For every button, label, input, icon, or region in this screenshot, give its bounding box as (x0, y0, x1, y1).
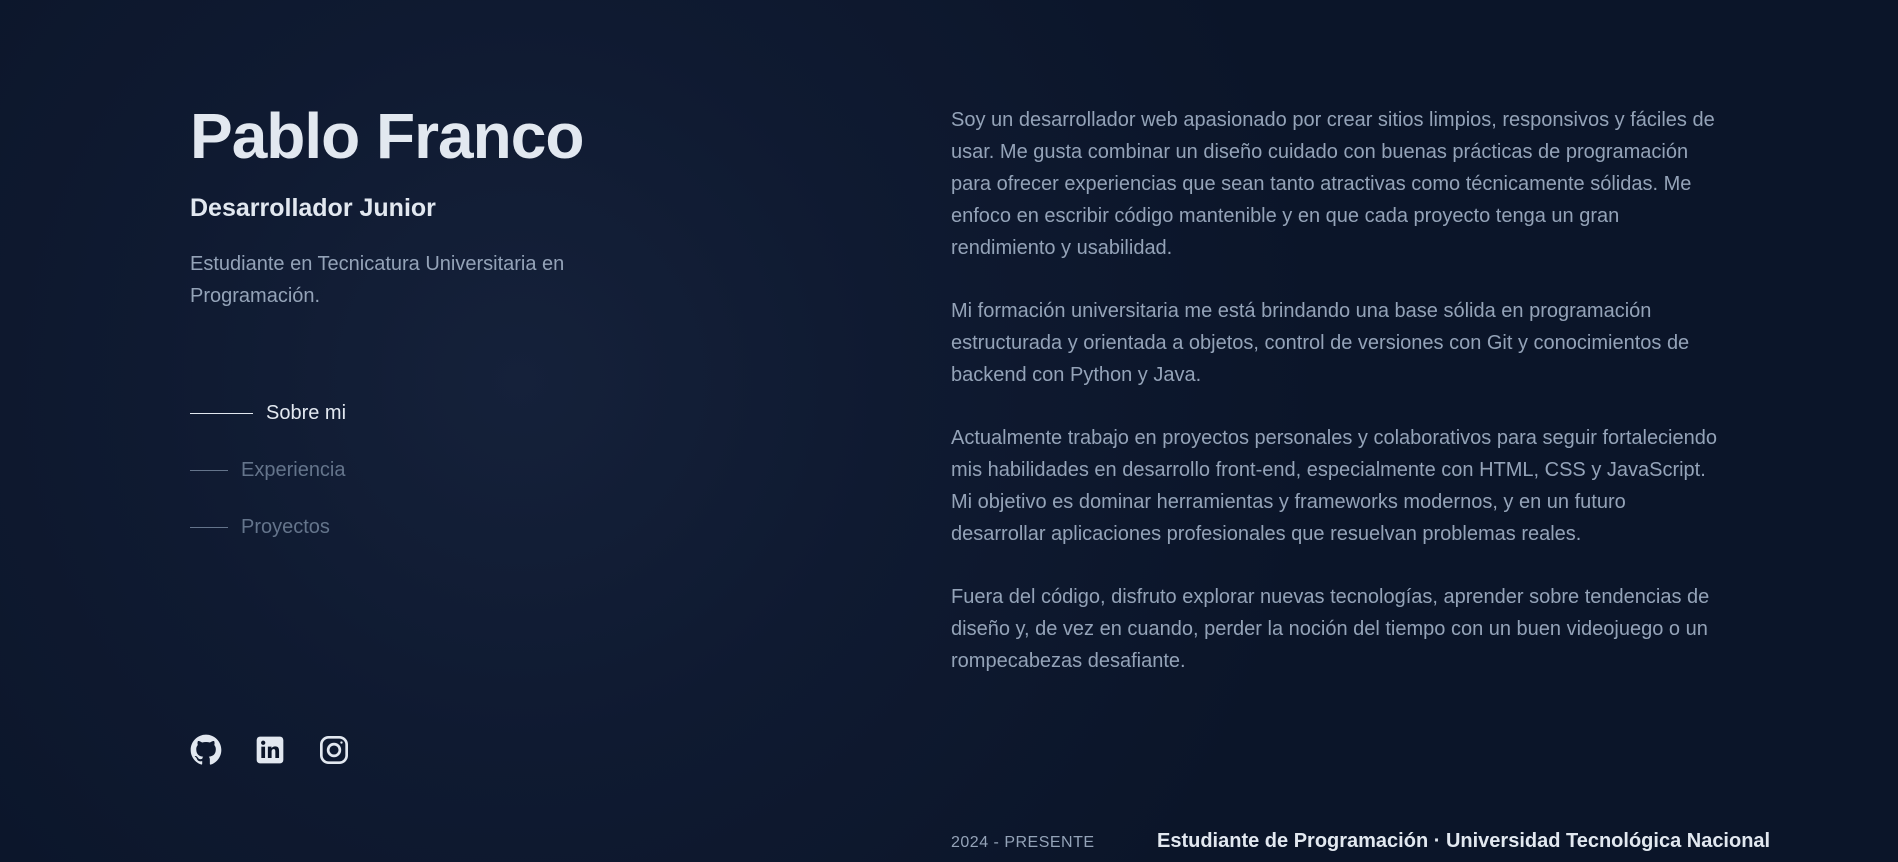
nav-indicator-line (190, 412, 253, 414)
profile-column: Pablo Franco Desarrollador Junior Estudi… (190, 0, 730, 862)
about-paragraph: Mi formación universitaria me está brind… (951, 300, 1690, 386)
nav-item-sobre-mi[interactable]: Sobre mi (190, 394, 346, 432)
nav-item-label: Experiencia (241, 458, 346, 481)
nav-indicator-line (190, 526, 228, 528)
nav-indicator-line (190, 469, 228, 471)
section-nav: Sobre mi Experiencia Proyectos (190, 394, 346, 565)
nav-item-label: Proyectos (241, 515, 330, 538)
instagram-icon (320, 736, 348, 764)
experience-item[interactable]: 2024 - PRESENTE Estudiante de Programaci… (951, 830, 1770, 853)
nav-item-proyectos[interactable]: Proyectos (190, 508, 346, 546)
profile-name: Pablo Franco (190, 100, 584, 172)
experience-date: 2024 - PRESENTE (951, 834, 1095, 851)
linkedin-icon (256, 736, 284, 764)
experience-title: Estudiante de Programación · Universidad… (1157, 830, 1771, 852)
profile-tagline: Estudiante en Tecnicatura Universitaria … (190, 253, 565, 307)
github-link[interactable] (190, 734, 222, 766)
github-icon (190, 734, 222, 765)
nav-item-experiencia[interactable]: Experiencia (190, 451, 346, 489)
linkedin-link[interactable] (254, 734, 286, 766)
profile-role: Desarrollador Junior (190, 194, 436, 222)
about-paragraph: Soy un desarrollador web apasionado por … (951, 109, 1715, 259)
instagram-link[interactable] (318, 734, 350, 766)
social-links (190, 734, 350, 766)
about-paragraph: Fuera del código, disfruto explorar nuev… (951, 586, 1710, 672)
nav-item-label: Sobre mi (266, 401, 347, 424)
about-section: Soy un desarrollador web apasionado por … (951, 104, 1721, 708)
about-paragraph: Actualmente trabajo en proyectos persona… (951, 427, 1717, 545)
